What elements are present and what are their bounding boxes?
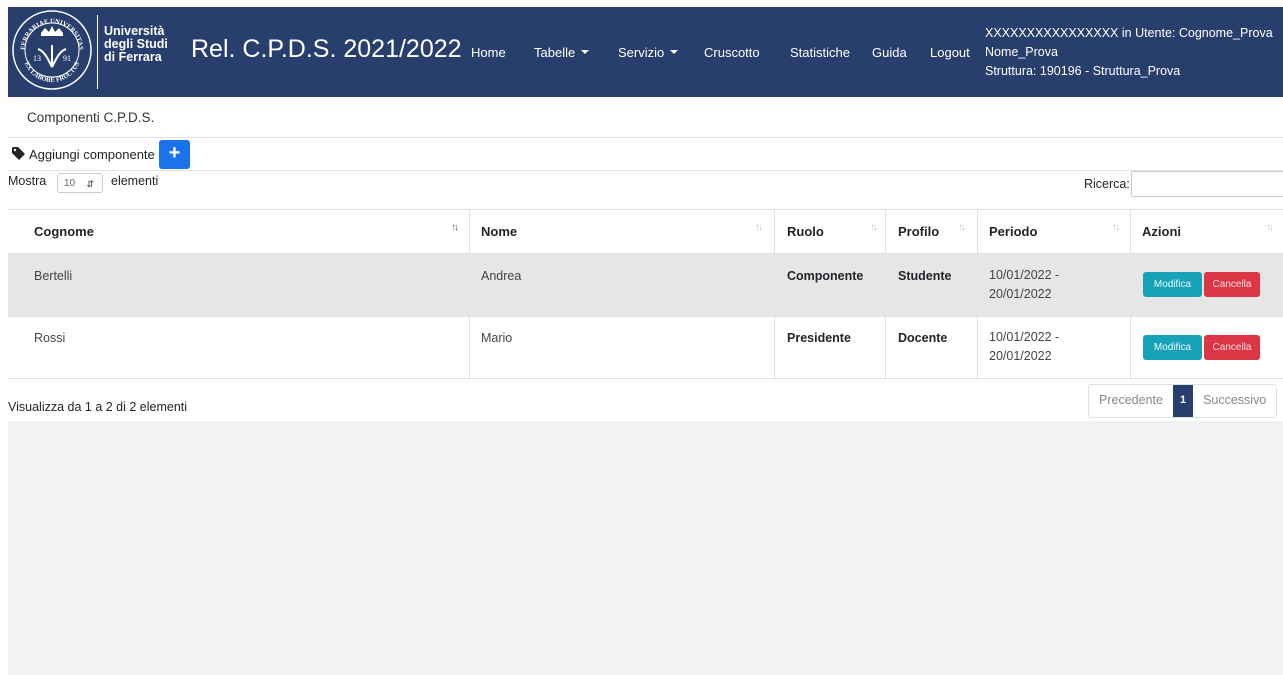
university-name[interactable]: Università degli Studi di Ferrara xyxy=(104,25,168,64)
university-name-line: di Ferrara xyxy=(104,50,162,64)
column-divider xyxy=(774,209,775,379)
cell-profilo: Studente xyxy=(898,269,952,283)
structure-info: Struttura: 190196 - Struttura_Prova xyxy=(985,64,1181,78)
university-seal-icon[interactable]: FERRARIAE UNIVERSITAS EX LABORE FRUCTUS … xyxy=(11,9,93,91)
column-divider xyxy=(469,209,470,379)
nav-logout[interactable]: Logout xyxy=(930,45,970,60)
user-info-line: Nome_Prova xyxy=(985,45,1058,59)
nav-servizio-label: Servizio xyxy=(618,45,665,60)
cell-nome: Andrea xyxy=(481,269,522,283)
app-title[interactable]: Rel. C.P.D.S. 2021/2022 xyxy=(191,35,462,64)
chevron-updown-icon: ⇵ xyxy=(86,179,94,189)
column-header-cognome[interactable]: Cognome xyxy=(34,224,94,239)
nav-guida[interactable]: Guida xyxy=(872,45,907,60)
seal-year-right: 91 xyxy=(63,54,71,63)
column-divider xyxy=(977,209,978,379)
tag-icon xyxy=(12,147,25,160)
cell-nome: Mario xyxy=(481,331,513,345)
user-info: XXXXXXXXXXXXXXXX in Utente: Cognome_Prov… xyxy=(985,24,1273,81)
cell-periodo: 10/01/2022 - 20/01/2022 xyxy=(989,328,1059,366)
card-header: Componenti C.P.D.S. xyxy=(8,97,1283,138)
period-start: 10/01/2022 - xyxy=(989,330,1060,344)
pagination: Precedente 1 Successivo xyxy=(1088,384,1278,418)
sort-both-icon[interactable]: ↑↓ xyxy=(755,222,763,233)
page-length-select[interactable]: 10 ⇵ xyxy=(57,173,103,193)
sort-asc-icon[interactable]: ↑↓ xyxy=(451,222,459,233)
column-divider xyxy=(1130,209,1131,379)
edit-button[interactable]: Modifica xyxy=(1143,335,1202,360)
logo-divider xyxy=(97,15,98,89)
pagination-previous[interactable]: Precedente xyxy=(1089,385,1173,417)
page-length-value: 10 xyxy=(64,178,76,189)
add-component-button[interactable]: + xyxy=(159,140,190,169)
length-prefix: Mostra xyxy=(8,174,47,188)
caret-down-icon xyxy=(581,50,590,54)
period-end: 20/01/2022 xyxy=(989,349,1052,363)
page: FERRARIAE UNIVERSITAS EX LABORE FRUCTUS … xyxy=(8,7,1283,675)
table-row xyxy=(8,254,1283,317)
cell-cognome: Bertelli xyxy=(34,269,73,283)
table-header-row xyxy=(8,209,1283,255)
column-header-periodo[interactable]: Periodo xyxy=(989,224,1037,239)
length-suffix: elementi xyxy=(111,174,159,188)
cell-ruolo: Presidente xyxy=(787,331,851,345)
cell-periodo: 10/01/2022 - 20/01/2022 xyxy=(989,266,1059,304)
delete-button[interactable]: Cancella xyxy=(1204,272,1260,297)
delete-button[interactable]: Cancella xyxy=(1204,335,1260,360)
cell-ruolo: Componente xyxy=(787,269,864,283)
components-card: Componenti C.P.D.S. Aggiungi componente … xyxy=(8,97,1283,421)
search-label: Ricerca: xyxy=(1084,177,1130,191)
sort-both-icon[interactable]: ↑↓ xyxy=(870,222,878,233)
period-end: 20/01/2022 xyxy=(989,287,1052,301)
card-title: Componenti C.P.D.S. xyxy=(27,110,155,125)
nav-statistiche[interactable]: Statistiche xyxy=(790,45,850,60)
period-start: 10/01/2022 - xyxy=(989,268,1060,282)
nav-home[interactable]: Home xyxy=(471,45,506,60)
nav-tabelle-label: Tabelle xyxy=(534,45,576,60)
nav-tabelle-dropdown[interactable]: Tabelle xyxy=(534,45,590,60)
search-input[interactable] xyxy=(1131,171,1283,197)
nav-servizio-dropdown[interactable]: Servizio xyxy=(618,45,679,60)
column-header-azioni[interactable]: Azioni xyxy=(1142,224,1181,239)
nav-cruscotto[interactable]: Cruscotto xyxy=(704,45,760,60)
sort-both-icon[interactable]: ↑↓ xyxy=(1112,222,1120,233)
add-component-link[interactable]: Aggiungi componente xyxy=(29,147,155,162)
caret-down-icon xyxy=(670,50,679,54)
add-component-row: Aggiungi componente + xyxy=(8,138,1283,171)
user-info-line: XXXXXXXXXXXXXXXX in Utente: Cognome_Prov… xyxy=(985,26,1273,40)
edit-button[interactable]: Modifica xyxy=(1143,272,1202,297)
sort-both-icon[interactable]: ↑↓ xyxy=(1266,222,1274,233)
table-info: Visualizza da 1 a 2 di 2 elementi xyxy=(8,400,188,414)
table-row xyxy=(8,317,1283,379)
cell-profilo: Docente xyxy=(898,331,948,345)
pagination-next[interactable]: Successivo xyxy=(1193,385,1276,417)
navbar: FERRARIAE UNIVERSITAS EX LABORE FRUCTUS … xyxy=(8,7,1283,97)
column-header-ruolo[interactable]: Ruolo xyxy=(787,224,824,239)
seal-year-left: 13 xyxy=(33,54,41,63)
cell-cognome: Rossi xyxy=(34,331,66,345)
pagination-page-1[interactable]: 1 xyxy=(1172,385,1194,417)
column-header-nome[interactable]: Nome xyxy=(481,224,517,239)
sort-both-icon[interactable]: ↑↓ xyxy=(958,222,966,233)
column-header-profilo[interactable]: Profilo xyxy=(898,224,939,239)
column-divider xyxy=(885,209,886,379)
